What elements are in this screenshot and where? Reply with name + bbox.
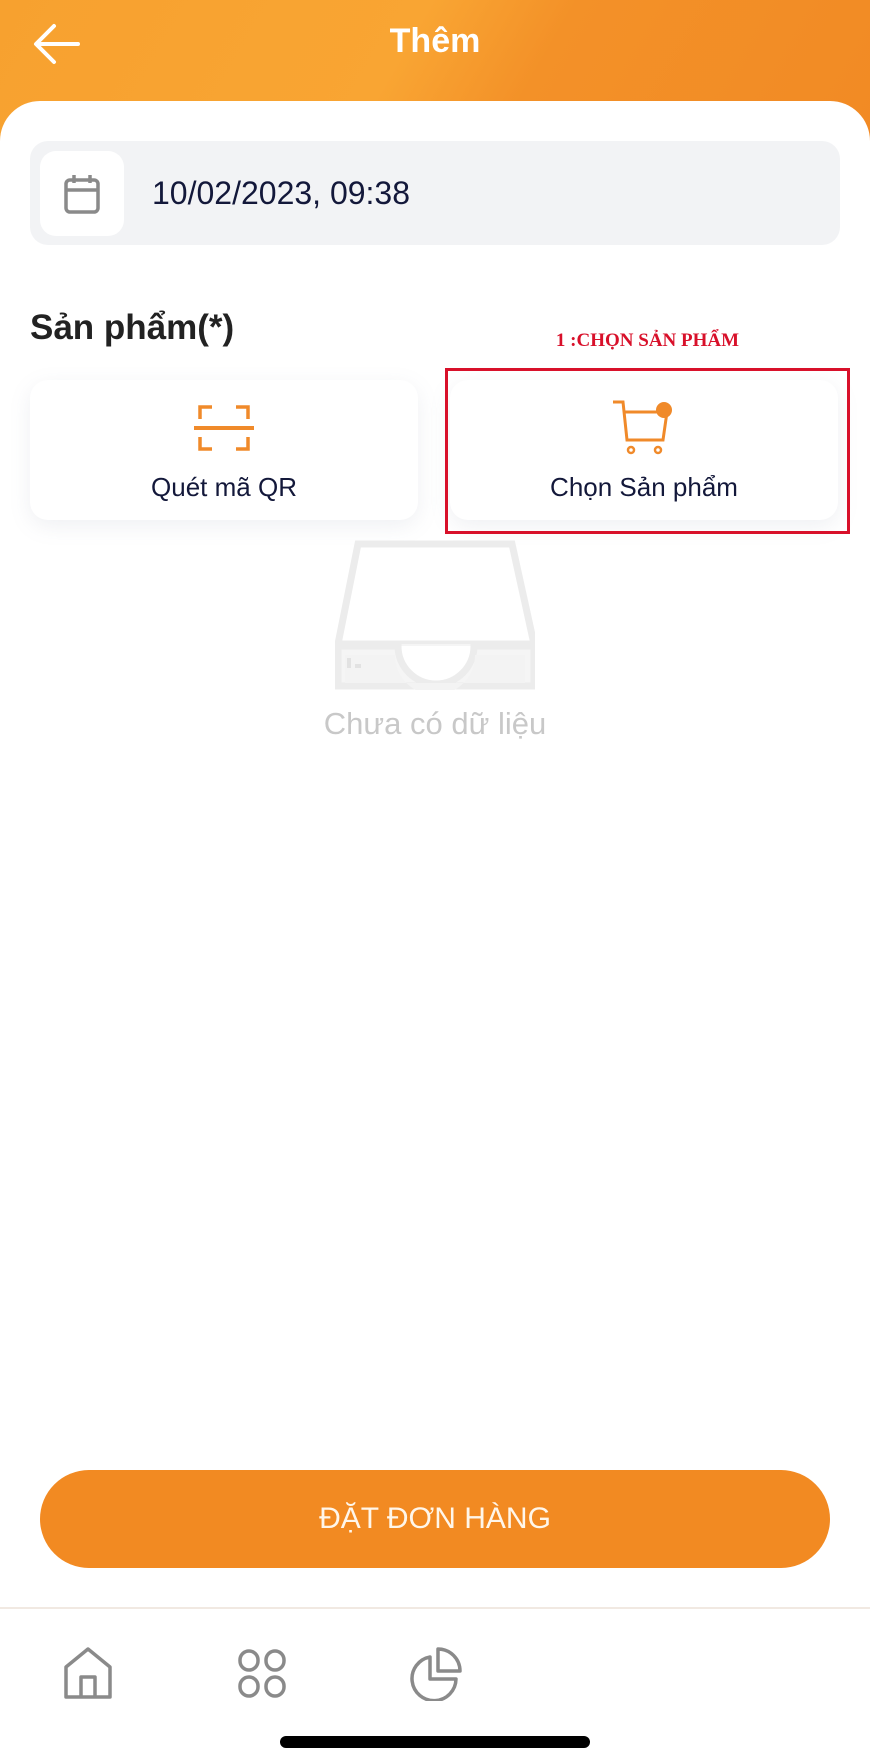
pie-chart-icon[interactable]	[408, 1645, 464, 1701]
scan-qr-button[interactable]: Quét mã QR	[30, 380, 418, 520]
tabbar-divider	[0, 1607, 870, 1609]
products-section-label: Sản phẩm(*)	[30, 308, 235, 347]
place-order-button[interactable]: ĐẶT ĐƠN HÀNG	[40, 1470, 830, 1568]
home-indicator	[280, 1736, 590, 1748]
calendar-icon	[64, 174, 100, 214]
annotation-label: 1 :CHỌN SẢN PHẨM	[555, 330, 740, 351]
qr-scan-icon	[194, 405, 254, 451]
annotation-highlight-box	[445, 368, 850, 534]
date-value: 10/02/2023, 09:38	[152, 175, 411, 211]
page-title: Thêm	[389, 22, 481, 60]
calendar-button[interactable]	[40, 151, 124, 236]
place-order-label: ĐẶT ĐƠN HÀNG	[319, 1502, 551, 1535]
empty-state-text: Chưa có dữ liệu	[323, 706, 547, 741]
date-field[interactable]: 10/02/2023, 09:38	[30, 141, 840, 245]
apps-grid-icon[interactable]	[234, 1645, 290, 1701]
empty-inbox-icon	[335, 540, 535, 690]
home-icon[interactable]	[60, 1645, 116, 1701]
scan-qr-label: Quét mã QR	[151, 472, 297, 502]
